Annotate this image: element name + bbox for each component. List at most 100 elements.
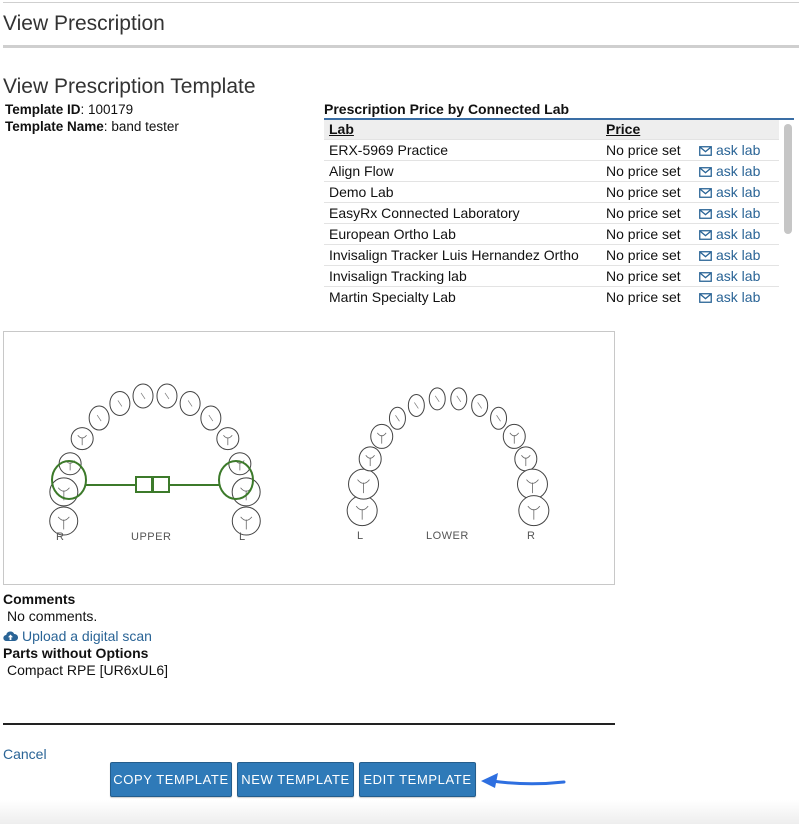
lab-name: Align Flow	[324, 159, 601, 181]
ask-lab-label: ask lab	[716, 183, 761, 200]
lab-price: No price set	[601, 222, 694, 244]
lab-price: No price set	[601, 159, 694, 181]
upper-tooth-2[interactable]	[49, 477, 79, 507]
lab-price: No price set	[601, 243, 694, 265]
parts-value: Compact RPE [UR6xUL6]	[7, 662, 169, 678]
envelope-icon	[699, 208, 712, 219]
lower-left-label: L	[357, 530, 364, 542]
upload-scan-link[interactable]: Upload a digital scan	[3, 628, 152, 644]
ask-lab-label: ask lab	[716, 267, 761, 284]
upper-tooth-6[interactable]	[109, 390, 131, 416]
price-table-title: Prescription Price by Connected Lab	[324, 101, 570, 117]
lower-tooth-10[interactable]	[490, 406, 508, 430]
envelope-icon	[699, 187, 712, 198]
envelope-icon	[699, 271, 712, 282]
expander-block-2	[152, 476, 170, 493]
envelope-icon	[699, 166, 712, 177]
column-header-price[interactable]: Price	[601, 120, 694, 139]
new-template-button[interactable]: NEW TEMPLATE	[237, 762, 354, 797]
table-row: ERX-5969 Practice No price set ask lab	[324, 138, 779, 160]
lower-arch-label: LOWER	[426, 530, 469, 542]
upper-tooth-13[interactable]	[231, 477, 261, 507]
template-name-row: Template Name: band tester	[5, 119, 179, 134]
table-row: EasyRx Connected Laboratory No price set a…	[324, 201, 779, 223]
envelope-icon	[699, 229, 712, 240]
upper-tooth-9[interactable]	[179, 390, 201, 416]
rpe-appliance	[51, 460, 254, 500]
lower-tooth-6[interactable]	[407, 393, 425, 417]
lab-price: No price set	[601, 264, 694, 286]
cloud-upload-icon	[3, 631, 18, 642]
upper-tooth-4[interactable]	[70, 427, 94, 451]
column-header-action	[694, 120, 779, 139]
price-table-scrollbar[interactable]	[784, 124, 792, 234]
annotation-arrow-icon	[481, 773, 566, 788]
parts-heading: Parts without Options	[3, 645, 149, 661]
upper-tooth-5[interactable]	[88, 405, 110, 431]
template-meta: Template ID: 100179 Template Name: band …	[5, 101, 179, 135]
price-table-container[interactable]: Lab Price ERX-5969 Practice No price set a…	[324, 118, 794, 308]
comments-heading: Comments	[3, 591, 76, 607]
lower-tooth-12[interactable]	[514, 446, 538, 472]
lab-name: Martin Specialty Lab	[324, 285, 601, 307]
lower-tooth-4[interactable]	[370, 423, 394, 449]
tooth-chart: R UPPER L L LOWER R	[3, 331, 615, 585]
ask-lab-link[interactable]: ask lab	[694, 159, 779, 181]
upper-tooth-7[interactable]	[132, 383, 154, 409]
upper-tooth-14[interactable]	[231, 506, 261, 536]
lower-tooth-8[interactable]	[450, 387, 468, 411]
ask-lab-label: ask lab	[716, 246, 761, 263]
copy-template-button[interactable]: COPY TEMPLATE	[110, 762, 232, 797]
ask-lab-label: ask lab	[716, 225, 761, 242]
ask-lab-link[interactable]: ask lab	[694, 243, 779, 265]
table-row: Invisalign Tracking lab No price set ask l…	[324, 264, 779, 286]
expander-block-1	[135, 476, 153, 493]
upper-left-label: L	[239, 531, 246, 543]
lab-price: No price set	[601, 138, 694, 160]
lower-tooth-7[interactable]	[428, 387, 446, 411]
ask-lab-link[interactable]: ask lab	[694, 138, 779, 160]
upper-arch-label: UPPER	[131, 531, 172, 543]
lab-price: No price set	[601, 201, 694, 223]
lower-tooth-9[interactable]	[471, 393, 489, 417]
table-row: Align Flow No price set ask lab	[324, 159, 779, 181]
lower-tooth-1[interactable]	[346, 495, 378, 527]
cancel-link[interactable]: Cancel	[3, 746, 47, 762]
bottom-edge	[0, 800, 799, 824]
lower-tooth-2[interactable]	[348, 468, 380, 500]
bottom-divider	[3, 723, 615, 725]
template-id-label: Template ID	[5, 102, 81, 117]
envelope-icon	[699, 292, 712, 303]
table-row: Demo Lab No price set ask lab	[324, 180, 779, 202]
upper-tooth-10[interactable]	[200, 405, 222, 431]
lab-name: Demo Lab	[324, 180, 601, 202]
ask-lab-link[interactable]: ask lab	[694, 222, 779, 244]
edit-template-button[interactable]: EDIT TEMPLATE	[359, 762, 476, 797]
column-header-lab[interactable]: Lab	[324, 120, 601, 139]
upper-tooth-11[interactable]	[216, 427, 240, 451]
comments-value: No comments.	[7, 608, 98, 624]
lab-price: No price set	[601, 180, 694, 202]
lab-name: Invisalign Tracking lab	[324, 264, 601, 286]
lab-price: No price set	[601, 285, 694, 307]
lab-name: EasyRx Connected Laboratory	[324, 201, 601, 223]
lab-name: Invisalign Tracker Luis Hernandez Ortho	[324, 243, 601, 265]
ask-lab-link[interactable]: ask lab	[694, 264, 779, 286]
lower-tooth-13[interactable]	[516, 468, 548, 500]
lower-tooth-3[interactable]	[358, 446, 382, 472]
envelope-icon	[699, 250, 712, 261]
upper-tooth-8[interactable]	[156, 383, 178, 409]
template-id-row: Template ID: 100179	[5, 102, 134, 117]
lower-tooth-5[interactable]	[388, 406, 406, 430]
upper-arch	[49, 383, 261, 536]
ask-lab-link[interactable]: ask lab	[694, 180, 779, 202]
upload-scan-label: Upload a digital scan	[22, 628, 152, 644]
ask-lab-link[interactable]: ask lab	[694, 201, 779, 223]
price-table: Lab Price ERX-5969 Practice No price set a…	[324, 120, 779, 307]
ask-lab-link[interactable]: ask lab	[694, 285, 779, 307]
lower-tooth-11[interactable]	[502, 423, 526, 449]
lab-name: ERX-5969 Practice	[324, 138, 601, 160]
top-divider	[3, 2, 799, 3]
upper-tooth-12[interactable]	[228, 452, 252, 476]
lower-tooth-14[interactable]	[518, 495, 550, 527]
